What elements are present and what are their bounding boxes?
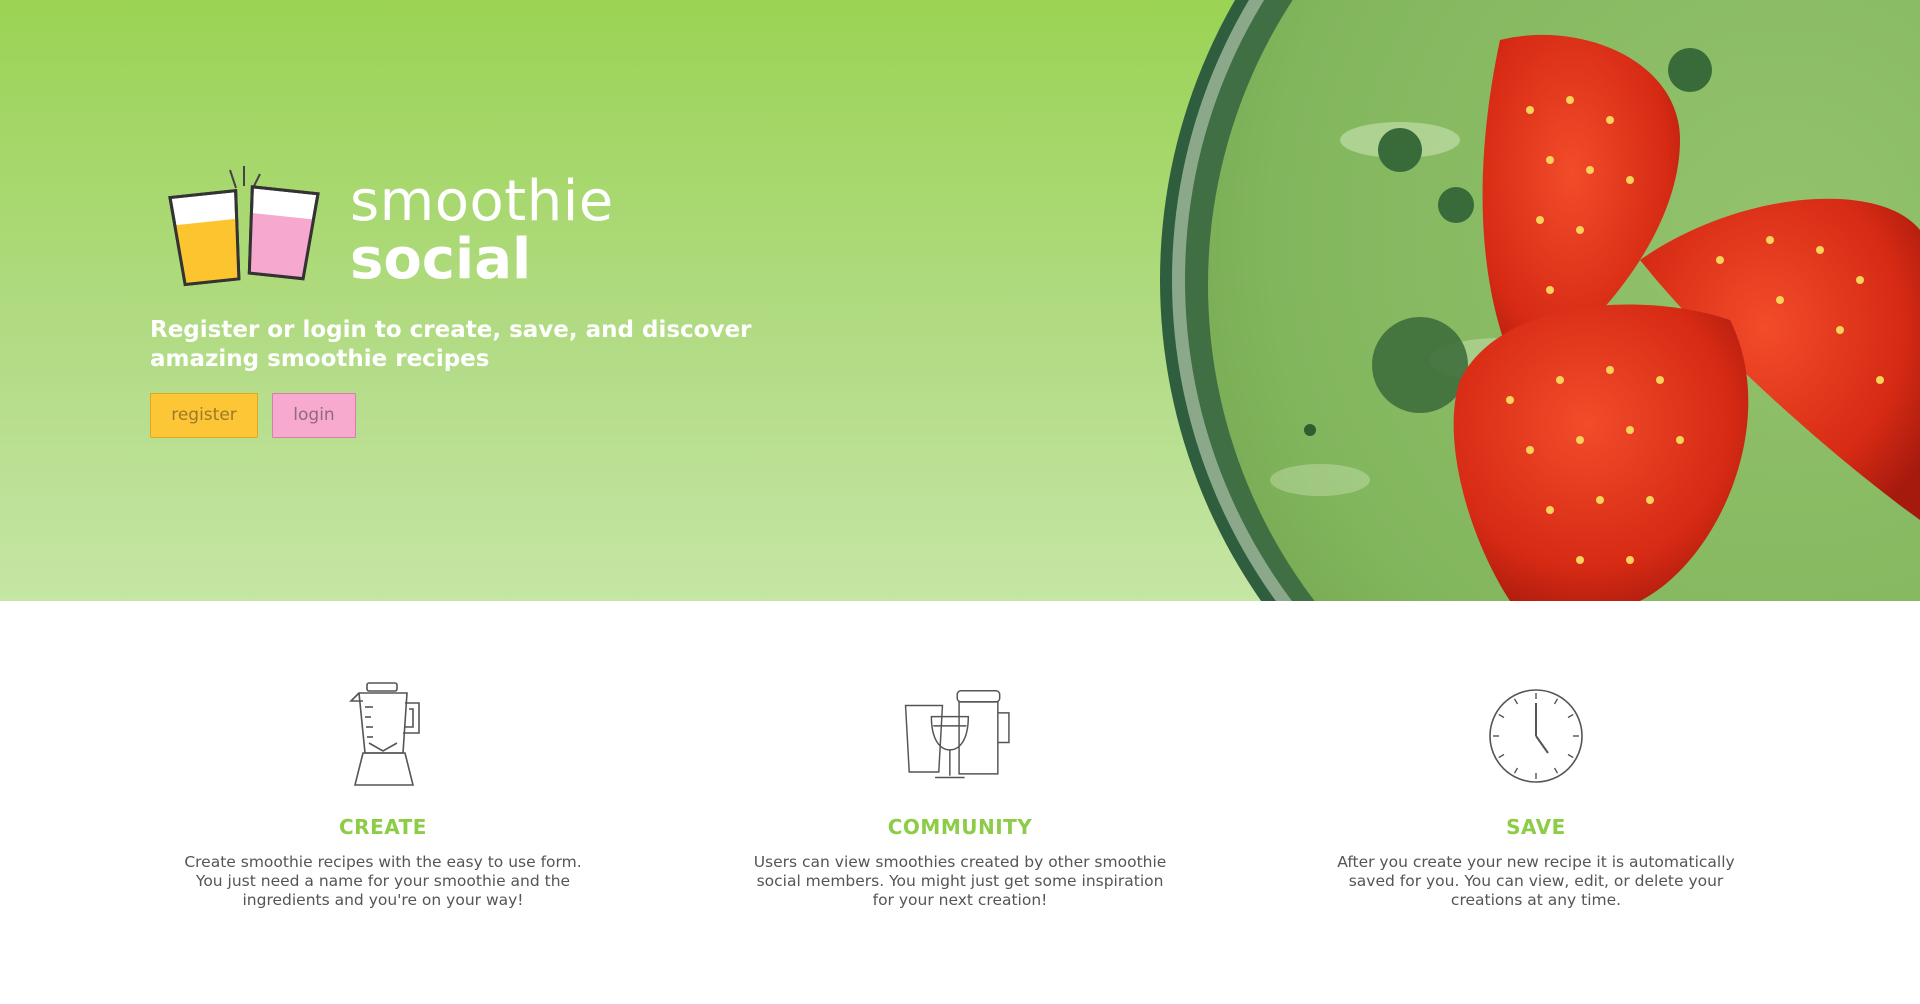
feature-title: SAVE (1506, 815, 1566, 839)
brand: smoothie social (168, 164, 688, 294)
hero-banner: smoothie social Register or login to cre… (0, 0, 1920, 601)
glasses-icon (904, 690, 1010, 779)
feature-title: CREATE (339, 815, 427, 839)
feature-title: COMMUNITY (887, 815, 1033, 839)
hero-tagline: Register or login to create, save, and d… (150, 317, 752, 372)
register-button[interactable]: register (150, 393, 258, 438)
brand-line-2: social (350, 227, 532, 292)
brand-wordmark: smoothie social (350, 174, 614, 288)
feature-description: Users can view smoothies created by othe… (753, 853, 1167, 909)
brand-line-1: smoothie (350, 169, 614, 234)
feature-create: CREATE Create smoothie recipes with the … (173, 681, 593, 910)
feature-save: SAVE After you create your new recipe it… (1326, 681, 1746, 910)
features-section: CREATE Create smoothie recipes with the … (0, 601, 1920, 1004)
blender-icon (349, 682, 420, 786)
feature-description: After you create your new recipe it is a… (1337, 853, 1735, 909)
cheers-logo-icon (168, 166, 320, 287)
login-button[interactable]: login (272, 393, 356, 438)
feature-community: COMMUNITY Users can view smoothies creat… (750, 681, 1170, 910)
clock-icon (1489, 689, 1583, 783)
smoothie-photo (1160, 0, 1920, 601)
feature-description: Create smoothie recipes with the easy to… (184, 853, 582, 909)
